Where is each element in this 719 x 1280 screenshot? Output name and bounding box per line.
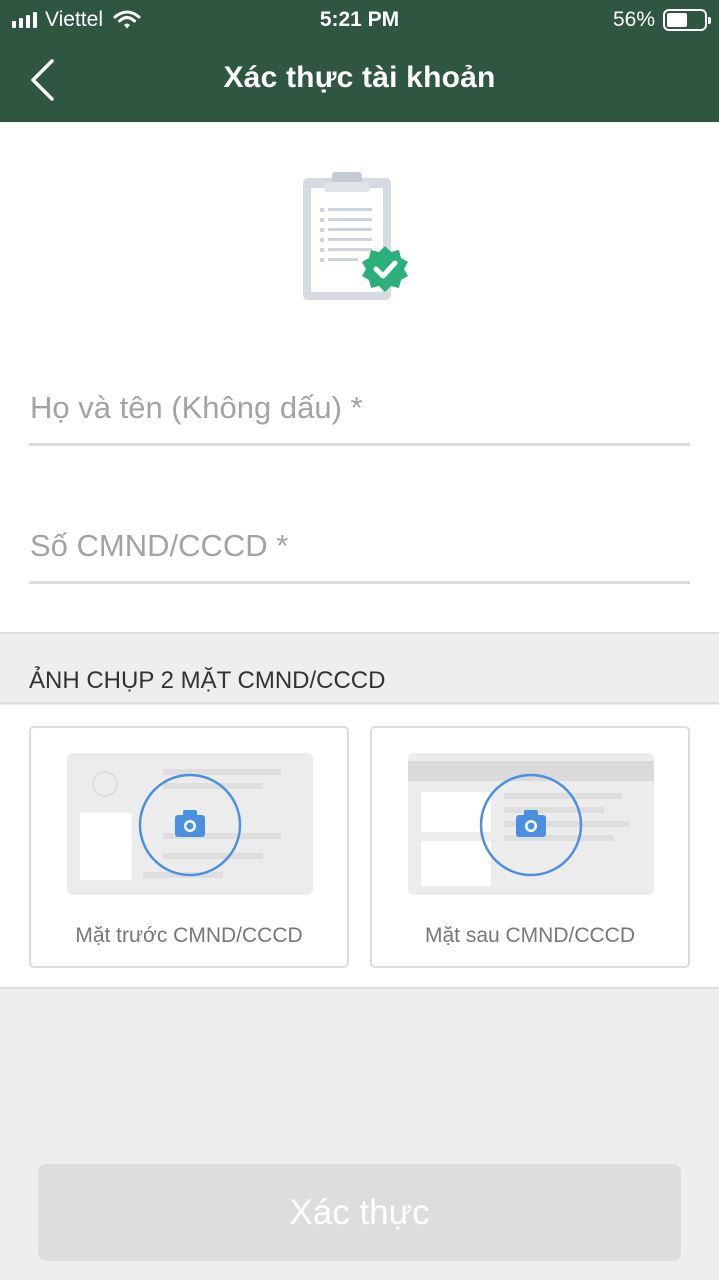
clipboard-verified-icon: [303, 172, 408, 300]
verify-submit-button[interactable]: Xác thực: [38, 1164, 681, 1261]
photo-upload-area: Mặt trước CMND/CCCD Mặt sau CMND/CCCD: [0, 705, 719, 989]
battery-level: [667, 13, 688, 27]
front-id-photo-card[interactable]: Mặt trước CMND/CCCD: [29, 726, 349, 968]
battery-icon: [663, 9, 711, 31]
id-number-field[interactable]: Số CMND/CCCD *: [29, 524, 690, 584]
photo-section-header: ẢNH CHỤP 2 MẶT CMND/CCCD: [0, 632, 719, 704]
battery-percent: 56%: [612, 8, 655, 31]
id-card-back-illustration: [408, 753, 654, 895]
id-number-placeholder: Số CMND/CCCD *: [30, 528, 289, 563]
front-id-label: Mặt trước CMND/CCCD: [75, 924, 303, 947]
id-card-front-illustration: [67, 753, 313, 895]
back-id-photo-card[interactable]: Mặt sau CMND/CCCD: [370, 726, 690, 968]
verification-form: Họ và tên (Không dấu) * Số CMND/CCCD *: [0, 122, 719, 632]
full-name-placeholder: Họ và tên (Không dấu) *: [30, 390, 363, 425]
photo-section-title: ẢNH CHỤP 2 MẶT CMND/CCCD: [29, 667, 386, 694]
page-title: Xác thực tài khoản: [223, 61, 496, 94]
status-bar: Viettel 5:21 PM 56%: [0, 0, 719, 40]
app-header: Viettel 5:21 PM 56% Xác thực tài khoản: [0, 0, 719, 122]
back-id-label: Mặt sau CMND/CCCD: [424, 924, 636, 947]
status-time: 5:21 PM: [319, 8, 400, 31]
status-right: 56%: [612, 8, 711, 32]
full-name-field[interactable]: Họ và tên (Không dấu) *: [29, 386, 690, 446]
